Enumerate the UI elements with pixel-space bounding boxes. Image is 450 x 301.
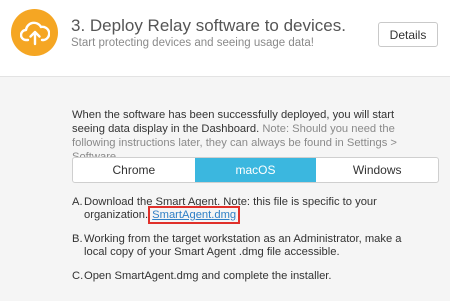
cloud-upload-icon	[11, 9, 58, 56]
step-c: C. Open SmartAgent.dmg and complete the …	[72, 270, 422, 283]
step-a: A. Download the Smart Agent. Note: this …	[72, 196, 422, 224]
intro-text: When the software has been successfully …	[72, 108, 402, 164]
step-letter: A.	[72, 196, 83, 208]
step-text: Download the Smart Agent. Note: this fil…	[84, 196, 422, 224]
step-b: B. Working from the target workstation a…	[72, 233, 422, 259]
tab-windows[interactable]: Windows	[316, 158, 438, 182]
step-header: 3. Deploy Relay software to devices. Sta…	[0, 0, 450, 77]
instruction-steps: A. Download the Smart Agent. Note: this …	[72, 196, 422, 294]
step-subtitle: Start protecting devices and seeing usag…	[71, 37, 314, 49]
step-title: 3. Deploy Relay software to devices.	[71, 16, 346, 35]
tab-chrome[interactable]: Chrome	[73, 158, 195, 182]
details-button[interactable]: Details	[378, 22, 438, 47]
tab-macos[interactable]: macOS	[194, 158, 317, 182]
step-letter: B.	[72, 233, 83, 245]
step-text: Open SmartAgent.dmg and complete the ins…	[84, 270, 332, 282]
step-letter: C.	[72, 270, 84, 282]
smartagent-download-link[interactable]: SmartAgent.dmg	[148, 206, 241, 224]
step-text: Working from the target workstation as a…	[84, 233, 402, 258]
platform-tabs: Chrome macOS Windows	[72, 157, 439, 183]
